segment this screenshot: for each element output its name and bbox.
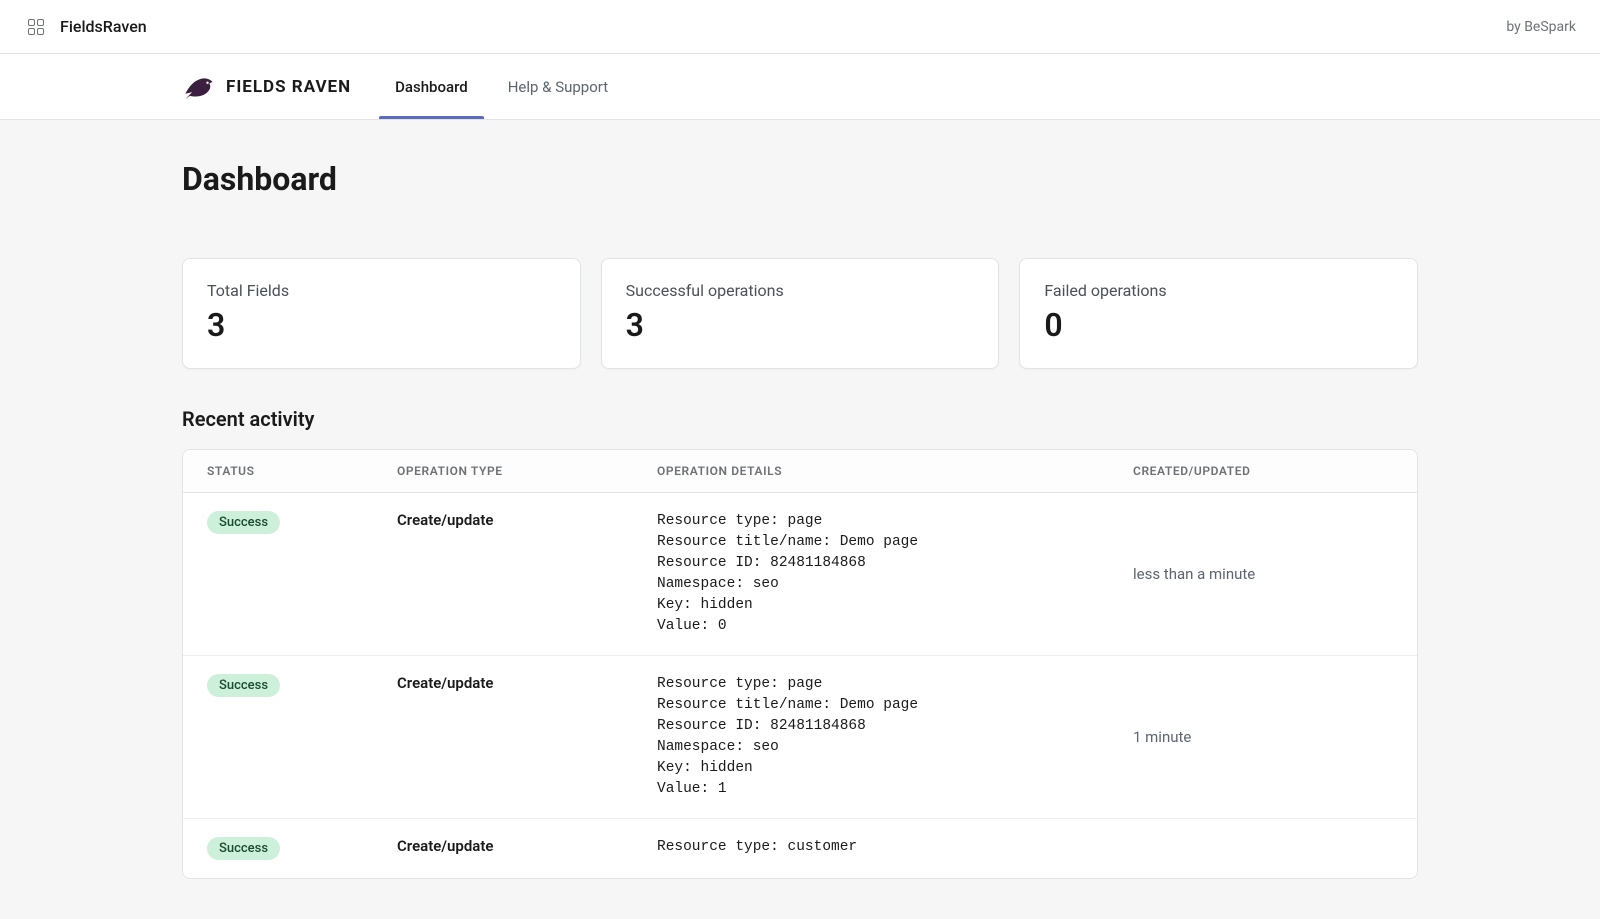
operation-details: Resource type: customer (657, 837, 1133, 858)
brand-text: FIELDS RAVEN (226, 77, 351, 97)
stat-card-total-fields: Total Fields 3 (182, 258, 581, 369)
app-name: FieldsRaven (60, 17, 147, 36)
col-header-operation-details: OPERATION DETAILS (657, 464, 1133, 478)
table-header-row: STATUS OPERATION TYPE OPERATION DETAILS … (183, 450, 1417, 493)
col-header-status: STATUS (207, 464, 397, 478)
operation-details: Resource type: page Resource title/name:… (657, 511, 1133, 637)
page-title: Dashboard (182, 160, 1418, 198)
recent-activity-table: STATUS OPERATION TYPE OPERATION DETAILS … (182, 449, 1418, 879)
status-badge: Success (207, 511, 280, 534)
table-row: Success Create/update Resource type: pag… (183, 493, 1417, 656)
by-line: by BeSpark (1506, 19, 1576, 35)
stat-label: Failed operations (1044, 281, 1393, 300)
stat-value: 0 (1044, 306, 1393, 344)
tab-help-support[interactable]: Help & Support (488, 54, 628, 119)
stat-card-failed-operations: Failed operations 0 (1019, 258, 1418, 369)
operation-type: Create/update (397, 837, 657, 855)
tab-dashboard[interactable]: Dashboard (375, 54, 488, 119)
section-title-recent-activity: Recent activity (182, 407, 1418, 431)
tab-label: Help & Support (508, 78, 608, 96)
col-header-operation-type: OPERATION TYPE (397, 464, 657, 478)
brand[interactable]: FIELDS RAVEN (182, 70, 351, 104)
operation-details: Resource type: page Resource title/name:… (657, 674, 1133, 800)
stat-value: 3 (207, 306, 556, 344)
nav-tabs: Dashboard Help & Support (375, 54, 628, 119)
stat-card-successful-operations: Successful operations 3 (601, 258, 1000, 369)
stat-value: 3 (626, 306, 975, 344)
stats-row: Total Fields 3 Successful operations 3 F… (182, 258, 1418, 369)
table-row: Success Create/update Resource type: pag… (183, 656, 1417, 819)
table-row: Success Create/update Resource type: cus… (183, 819, 1417, 878)
created-updated: less than a minute (1133, 565, 1393, 583)
operation-type: Create/update (397, 511, 657, 529)
top-bar: FieldsRaven by BeSpark (0, 0, 1600, 54)
stat-label: Successful operations (626, 281, 975, 300)
top-bar-left: FieldsRaven (28, 17, 147, 36)
stat-label: Total Fields (207, 281, 556, 300)
apps-grid-icon[interactable] (28, 19, 44, 35)
status-badge: Success (207, 674, 280, 697)
status-badge: Success (207, 837, 280, 860)
col-header-created-updated: CREATED/UPDATED (1133, 464, 1393, 478)
operation-type: Create/update (397, 674, 657, 692)
page-content: Dashboard Total Fields 3 Successful oper… (72, 120, 1528, 919)
tab-label: Dashboard (395, 78, 468, 96)
created-updated: 1 minute (1133, 728, 1393, 746)
nav-bar: FIELDS RAVEN Dashboard Help & Support (0, 54, 1600, 120)
raven-icon (182, 70, 216, 104)
